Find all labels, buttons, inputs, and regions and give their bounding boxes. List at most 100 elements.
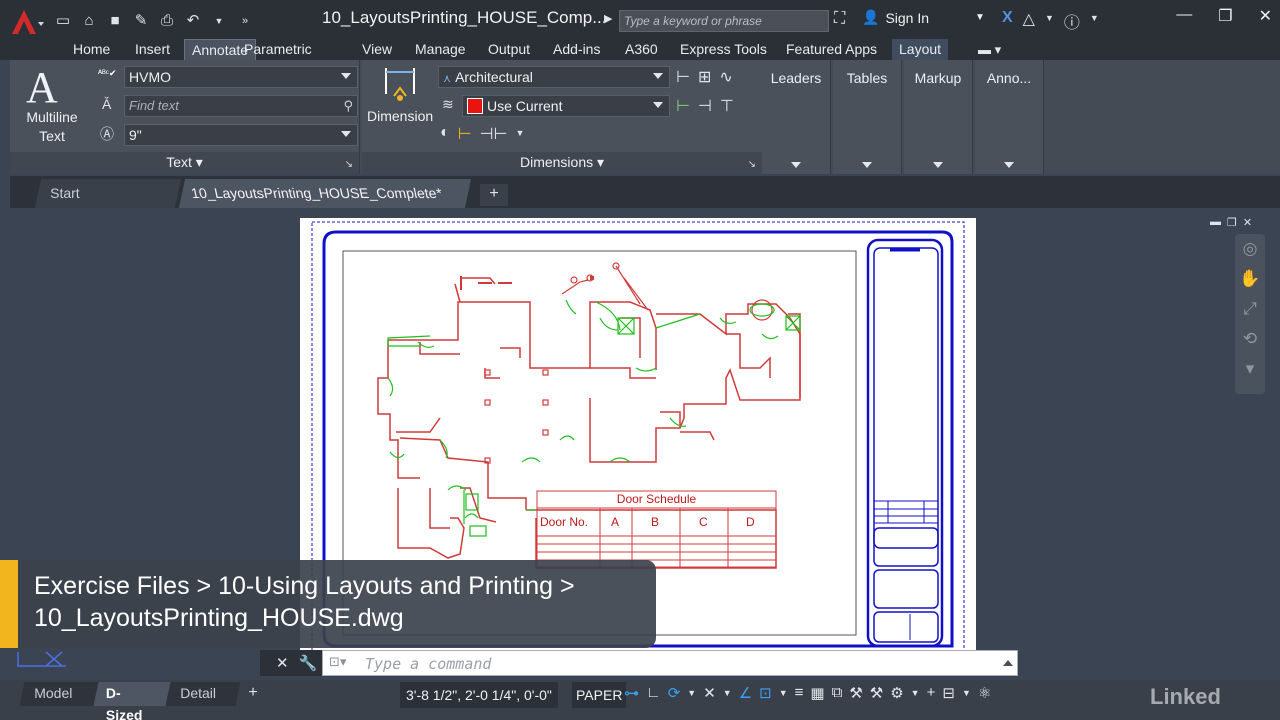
command-history-icon[interactable] xyxy=(1003,660,1013,666)
customize-icon[interactable]: 🔧 xyxy=(299,654,318,672)
viewport-restore-icon[interactable]: ❐ xyxy=(1227,216,1237,229)
command-prompt-icon[interactable]: ⊡▾ xyxy=(329,654,346,670)
undo-icon[interactable]: ↶ xyxy=(182,10,204,32)
viewport-close-icon[interactable]: ✕ xyxy=(1243,216,1252,229)
polar-dropdown-icon[interactable]: ▼ xyxy=(687,684,696,702)
help-dropdown-icon[interactable]: ▼ xyxy=(1090,9,1099,33)
annotation-scaling-panel[interactable]: Anno... xyxy=(975,60,1044,174)
dialog-launcher-icon[interactable]: ↘ xyxy=(748,159,756,170)
autocad-logo-icon[interactable] xyxy=(6,4,46,40)
dim-quick-icon[interactable]: ⊞ xyxy=(698,67,711,87)
dimension-icon[interactable] xyxy=(382,64,418,106)
dimension-button[interactable]: Dimension xyxy=(367,108,433,124)
tab-home[interactable]: Home xyxy=(66,39,117,60)
annotation-visibility-icon[interactable]: ⚒ xyxy=(849,684,862,702)
save-icon[interactable]: ■ xyxy=(104,10,126,32)
tab-layout[interactable]: Layout xyxy=(892,39,949,60)
new-layout-button[interactable]: + xyxy=(240,684,266,702)
tab-insert[interactable]: Insert xyxy=(128,39,177,60)
close-command-line-icon[interactable]: ✕ xyxy=(276,654,289,672)
dim-continue-icon[interactable]: ⊢ xyxy=(676,67,690,87)
tab-view[interactable]: View xyxy=(355,39,399,60)
orbit-icon[interactable]: ⟲ xyxy=(1235,324,1265,354)
dimension-panel-footer[interactable]: Dimensions ▾ ↘ xyxy=(362,152,763,174)
dim-baseline-icon[interactable]: ⊣⊢ xyxy=(480,124,508,144)
isodraft-icon[interactable]: ✕ xyxy=(703,684,716,702)
minimize-icon[interactable]: — xyxy=(1176,6,1192,26)
coordinate-readout[interactable]: 3'-8 1/2", 2'-0 1/4", 0'-0" xyxy=(400,682,558,708)
dim-dropdown-icon[interactable]: ▼ xyxy=(515,124,524,144)
auto-scale-icon[interactable]: ⚒ xyxy=(870,684,883,702)
binoculars-icon[interactable]: ⛶ xyxy=(834,10,845,28)
zoom-extents-icon[interactable]: ⤢ xyxy=(1235,294,1265,324)
help-icon[interactable]: ⓘ xyxy=(1064,9,1080,33)
units-dropdown-icon[interactable]: ▼ xyxy=(962,684,971,702)
more-tools-icon[interactable]: » xyxy=(234,10,256,32)
transparency-icon[interactable]: ▦ xyxy=(810,684,824,702)
annotation-monitor-icon[interactable]: ⊟ xyxy=(942,684,955,702)
workspace-dropdown-icon[interactable]: ▼ xyxy=(911,684,920,702)
text-height-select[interactable]: 9" xyxy=(124,124,358,146)
close-icon[interactable]: ✕ xyxy=(1259,6,1272,26)
paper-space-toggle[interactable]: PAPER xyxy=(572,682,627,708)
dim-jog-icon[interactable]: ⊤ xyxy=(720,96,734,116)
leaders-panel[interactable]: Leaders xyxy=(762,60,831,174)
dropdown-icon[interactable]: ▼ xyxy=(1045,9,1054,33)
text-style-select[interactable]: HVMO xyxy=(124,66,358,88)
object-snap-icon[interactable]: ∠ xyxy=(739,684,752,702)
tab-output[interactable]: Output xyxy=(481,39,537,60)
tab-featured-apps[interactable]: Featured Apps xyxy=(779,39,884,60)
search-input[interactable]: Type a keyword or phrase xyxy=(619,10,829,32)
tab-a360[interactable]: A360 xyxy=(618,39,665,60)
find-search-icon[interactable]: ⚲ xyxy=(343,98,353,114)
isodraft-dropdown-icon[interactable]: ▼ xyxy=(723,684,732,702)
start-tab[interactable]: Start xyxy=(34,179,182,208)
lineweight-icon[interactable]: ≡ xyxy=(795,684,804,702)
dimension-style-select[interactable]: ⋏ Architectural xyxy=(438,66,670,88)
maximize-icon[interactable]: ❐ xyxy=(1218,6,1232,26)
plot-icon[interactable]: ⎙ xyxy=(156,10,178,32)
new-icon[interactable]: ▭ xyxy=(52,10,74,32)
tab-express-tools[interactable]: Express Tools xyxy=(673,39,774,60)
sign-in-button[interactable]: 👤 Sign In ▼ xyxy=(862,9,985,26)
tab-add-ins[interactable]: Add-ins xyxy=(546,39,607,60)
dialog-launcher-icon[interactable]: ↘ xyxy=(345,159,353,170)
undo-dropdown-icon[interactable]: ▼ xyxy=(208,10,230,32)
polar-icon[interactable]: ⟳ xyxy=(668,684,681,702)
steering-wheel-icon[interactable]: ◎ xyxy=(1235,234,1265,264)
title-expand-icon[interactable]: ▶ xyxy=(604,12,612,25)
multiline-text-icon[interactable]: A xyxy=(26,62,58,113)
ortho-icon[interactable]: ∟ xyxy=(646,684,661,702)
dimension-layer-select[interactable]: Use Current xyxy=(462,95,670,117)
dim-tolerance-icon[interactable]: ⊢ xyxy=(676,96,690,116)
object-snap-tracking-icon[interactable]: ⊡ xyxy=(759,684,772,702)
annotation-scale-icon[interactable]: ⚙ xyxy=(890,684,903,702)
exchange-icon[interactable]: X xyxy=(1002,9,1013,33)
add-icon[interactable]: + xyxy=(927,684,936,702)
layout-tab-model[interactable]: Model xyxy=(19,682,103,706)
tab-parametric[interactable]: Parametric xyxy=(237,39,319,60)
dim-inspect-icon[interactable]: ⊢ xyxy=(458,124,472,144)
dim-adjust-icon[interactable]: ⊣ xyxy=(698,96,712,116)
layout-tab-d-sized[interactable]: D-Sized xyxy=(93,682,173,720)
new-tab-button[interactable]: + xyxy=(480,184,508,206)
find-text-input[interactable]: Find text ⚲ xyxy=(124,95,358,117)
drawing-tab[interactable]: 10_LayoutsPrinting_HOUSE_Complete*✕ xyxy=(178,179,472,229)
ribbon-minimize-icon[interactable]: ▬ ▾ xyxy=(978,42,1001,58)
viewport-minimize-icon[interactable]: ▬ xyxy=(1210,216,1221,229)
tab-manage[interactable]: Manage xyxy=(408,39,473,60)
quick-properties-icon[interactable]: ⚛ xyxy=(978,684,991,702)
multiline-text-button[interactable]: Multiline Text xyxy=(20,108,84,146)
layout-tab-detail[interactable]: Detail xyxy=(165,682,241,706)
snap-icon[interactable]: ⊶ xyxy=(624,684,639,702)
tables-panel[interactable]: Tables xyxy=(833,60,902,174)
pan-icon[interactable]: ✋ xyxy=(1235,264,1265,294)
open-icon[interactable]: ⌂ xyxy=(78,10,100,32)
dim-update-icon[interactable]: ◐ xyxy=(440,124,450,144)
showmotion-icon[interactable]: ▾ xyxy=(1235,354,1265,384)
selection-cycling-icon[interactable]: ⧉ xyxy=(832,684,843,702)
osnap-dropdown-icon[interactable]: ▼ xyxy=(779,684,788,702)
command-line-input[interactable]: ⊡▾ Type a command xyxy=(322,650,1018,676)
save-as-icon[interactable]: ✎ xyxy=(130,10,152,32)
markup-panel[interactable]: Markup xyxy=(904,60,973,174)
